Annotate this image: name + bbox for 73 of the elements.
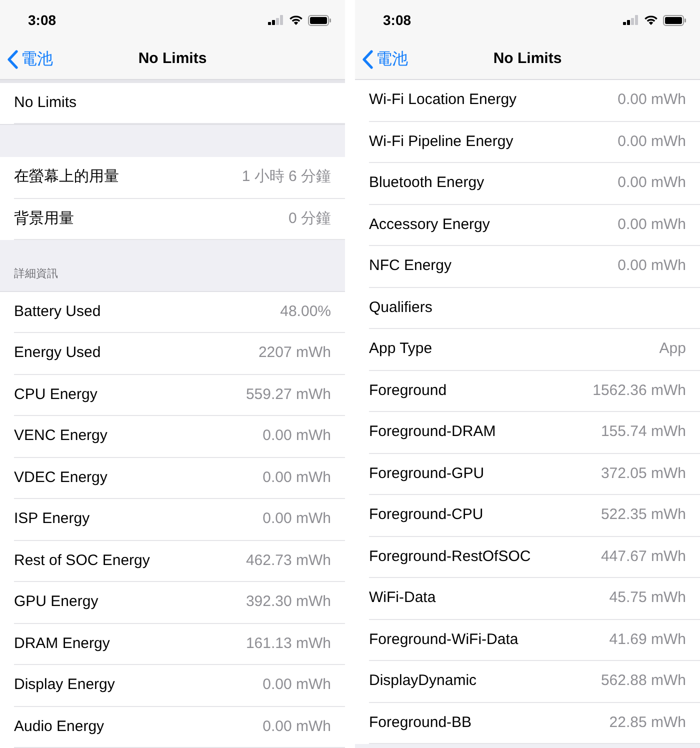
nav-title: No Limits — [138, 49, 207, 70]
battery-icon — [663, 14, 686, 26]
row-label: Accessory Energy — [369, 214, 490, 234]
row-label: CPU Energy — [14, 384, 98, 405]
signal-icon — [268, 15, 284, 25]
row-value: 372.05 mWh — [600, 464, 686, 484]
row-label: Bluetooth Energy — [369, 173, 484, 193]
row-label: Wi-Fi Location Energy — [369, 90, 517, 110]
row-label: Energy Used — [14, 343, 101, 364]
row-value: 161.13 mWh — [246, 634, 331, 654]
battery-icon — [308, 14, 331, 26]
row-label: Wi-Fi Pipeline Energy — [369, 132, 514, 152]
row-value: 1 小時 6 分鐘 — [242, 167, 331, 188]
row-value: 22.85 mWh — [609, 712, 686, 732]
row-value: 559.27 mWh — [246, 384, 331, 405]
wifi-icon — [644, 15, 658, 25]
row-value: 2207 mWh — [258, 343, 331, 364]
row-label: VDEC Energy — [14, 468, 108, 488]
back-button[interactable]: 電池 — [7, 48, 53, 72]
signal-icon — [623, 15, 639, 25]
nav-title: No Limits — [493, 49, 562, 70]
row-label: WiFi-Data — [369, 588, 436, 608]
row-value: 462.73 mWh — [246, 550, 331, 571]
status-time: 3:08 — [28, 10, 56, 30]
row-label: Foreground-RestOfSOC — [369, 546, 531, 566]
row-value: 392.30 mWh — [246, 592, 331, 612]
row-value: 0.00 mWh — [618, 214, 686, 234]
row-label: DRAM Energy — [14, 634, 110, 654]
back-chevron-icon — [7, 50, 18, 69]
row-value: App — [659, 339, 686, 359]
section-header: 詳細資訊 — [14, 267, 58, 282]
row-label: Foreground-BB — [369, 712, 472, 732]
row-value: 155.74 mWh — [600, 422, 686, 442]
row-value: 0.00 mWh — [262, 675, 331, 696]
back-button[interactable]: 電池 — [362, 48, 408, 72]
row-label: 在螢幕上的用量 — [14, 167, 119, 188]
row-value: 0.00 mWh — [618, 90, 686, 110]
row-value: 0.00 mWh — [618, 256, 686, 276]
row-value: 45.75 mWh — [609, 588, 686, 608]
row-label: 背景用量 — [14, 208, 74, 229]
row-label: NFC Energy — [369, 256, 452, 276]
row-label: Rest of SOC Energy — [14, 550, 150, 571]
row-value: 0.00 mWh — [262, 468, 331, 488]
wifi-icon — [289, 15, 303, 25]
row-label: Foreground — [369, 380, 447, 400]
row-label: GPU Energy — [14, 592, 98, 612]
row-value: 0.00 mWh — [262, 716, 331, 737]
row-value: 41.69 mWh — [609, 630, 686, 650]
row-label: Battery Used — [14, 302, 101, 322]
row-value: 0.00 mWh — [262, 509, 331, 530]
row-label: ISP Energy — [14, 509, 90, 530]
row-value: 562.88 mWh — [600, 671, 686, 691]
row-label: VENC Energy — [14, 426, 108, 446]
row-value: 0.00 mWh — [618, 132, 686, 152]
row-value: 0.00 mWh — [262, 426, 331, 446]
row-label: Foreground-GPU — [369, 464, 484, 484]
row-label: Foreground-DRAM — [369, 422, 496, 442]
row-value: 447.67 mWh — [600, 546, 686, 566]
row-value: 522.35 mWh — [600, 505, 686, 525]
row-label: No Limits — [14, 92, 77, 113]
row-value: 0 分鐘 — [288, 208, 331, 229]
row-value: 1562.36 mWh — [592, 380, 686, 400]
row-label: Audio Energy — [14, 716, 104, 737]
row-label: Display Energy — [14, 675, 115, 696]
row-value: 48.00% — [280, 302, 331, 322]
row-label: App Type — [369, 339, 432, 359]
row-value: 0.00 mWh — [618, 173, 686, 193]
row-label: DisplayDynamic — [369, 671, 477, 691]
row-label: Foreground-CPU — [369, 505, 484, 525]
back-chevron-icon — [362, 50, 373, 69]
status-time: 3:08 — [383, 10, 412, 30]
row-label: Qualifiers — [369, 298, 432, 318]
row-label: Foreground-WiFi-Data — [369, 630, 518, 650]
